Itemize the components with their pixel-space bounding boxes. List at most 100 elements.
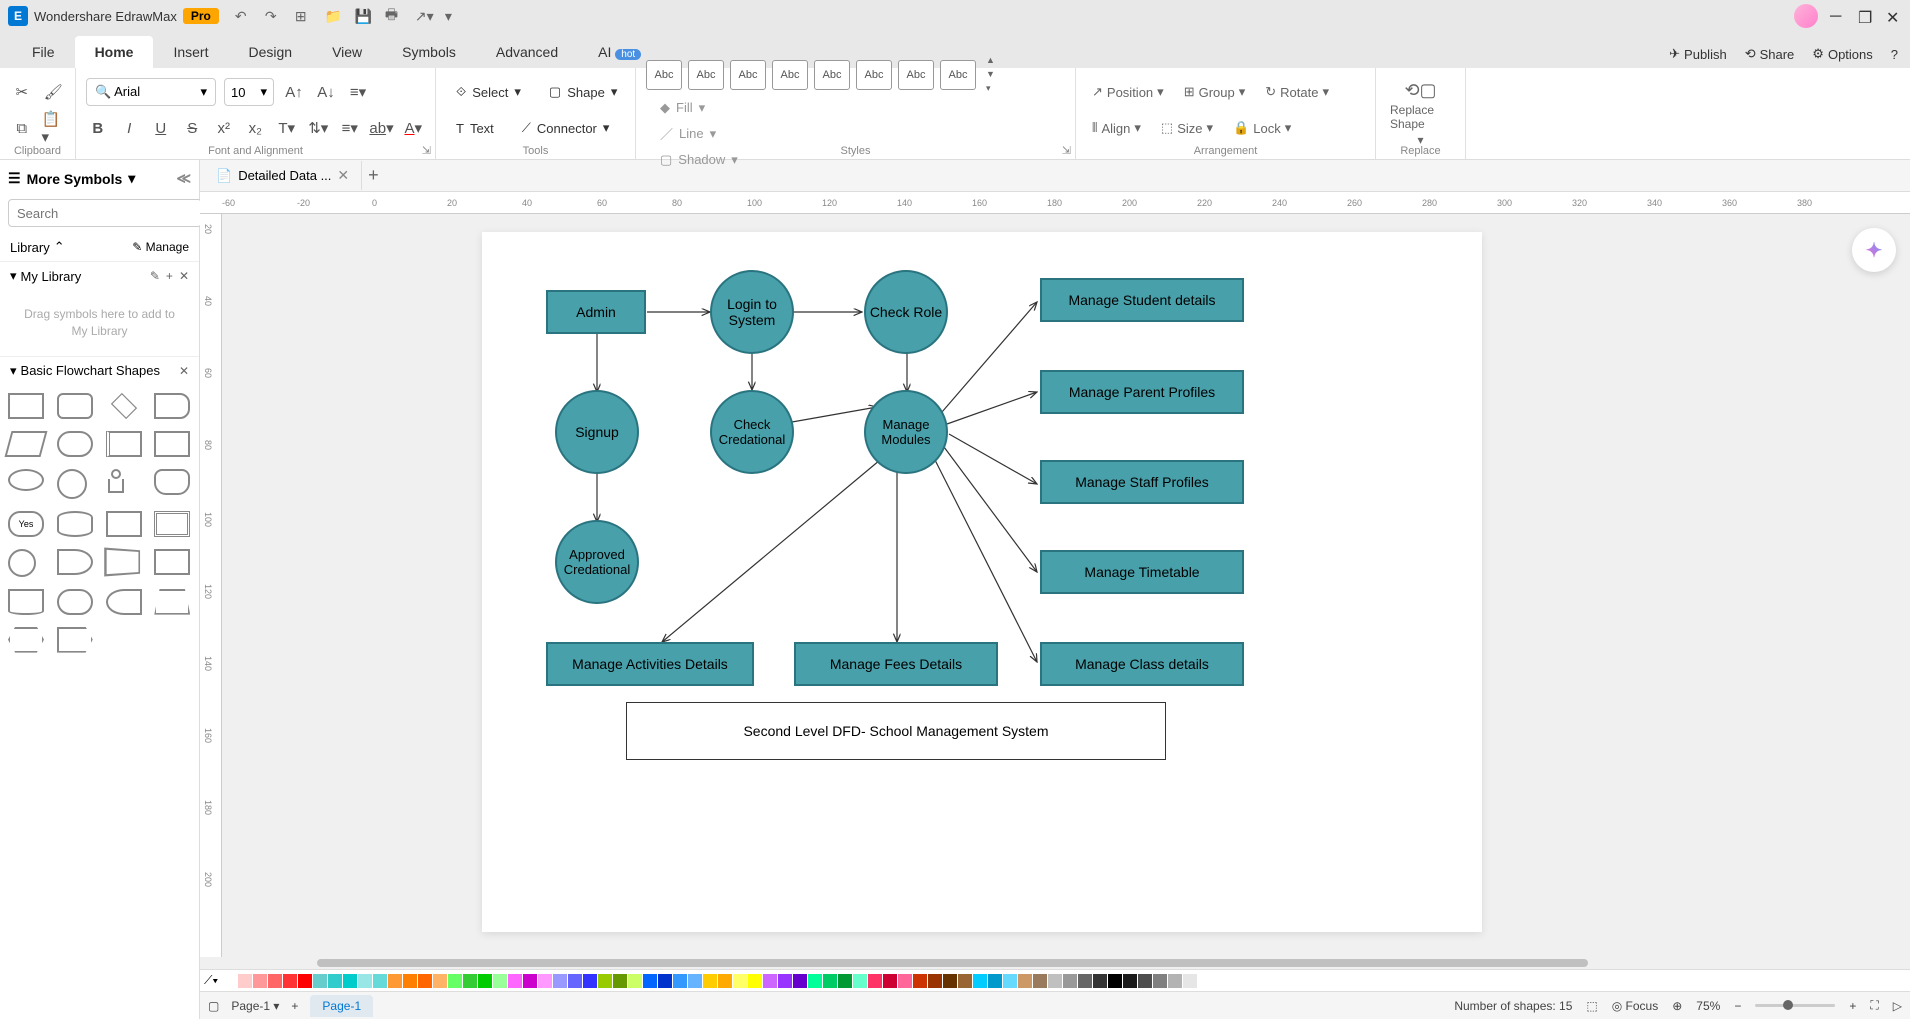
color-swatch[interactable] <box>583 974 597 988</box>
lib-add-icon[interactable]: + <box>166 269 173 283</box>
color-swatch[interactable] <box>568 974 582 988</box>
color-swatch[interactable] <box>868 974 882 988</box>
shape-cylinder[interactable] <box>57 511 93 537</box>
document-tab[interactable]: 📄 Detailed Data ... ✕ <box>204 161 362 190</box>
color-swatch[interactable] <box>478 974 492 988</box>
color-swatch[interactable] <box>898 974 912 988</box>
zoom-in-icon[interactable]: + <box>1849 999 1856 1013</box>
undo-icon[interactable]: ↶ <box>235 8 251 24</box>
minimize-icon[interactable]: ─ <box>1830 8 1846 24</box>
node-approved[interactable]: Approved Credational <box>555 520 639 604</box>
color-swatch[interactable] <box>358 974 372 988</box>
node-manage-modules[interactable]: Manage Modules <box>864 390 948 474</box>
my-library-section[interactable]: My Library <box>21 269 82 284</box>
node-fees[interactable]: Manage Fees Details <box>794 642 998 686</box>
color-swatch[interactable] <box>598 974 612 988</box>
options-button[interactable]: ⚙ Options <box>1812 46 1872 62</box>
line-spacing-icon[interactable]: ⇅▾ <box>307 116 331 140</box>
node-staff[interactable]: Manage Staff Profiles <box>1040 460 1244 504</box>
node-login[interactable]: Login to System <box>710 270 794 354</box>
shape-stored[interactable] <box>154 549 190 575</box>
eyedropper-icon[interactable]: ⟋▾ <box>204 973 218 988</box>
subscript-icon[interactable]: x₂ <box>244 116 268 140</box>
ai-assistant-icon[interactable]: ✦ <box>1852 228 1896 272</box>
shape-tool[interactable]: ▢ Shape ▾ <box>539 77 627 107</box>
color-swatch[interactable] <box>1138 974 1152 988</box>
layers-icon[interactable]: ⬚ <box>1586 999 1597 1013</box>
library-dropzone[interactable]: Drag symbols here to add to My Library <box>0 290 199 356</box>
help-icon[interactable]: ? <box>1891 47 1898 62</box>
style-up-icon[interactable]: ▲ <box>986 55 1000 67</box>
shape-wave[interactable] <box>8 589 44 615</box>
color-swatch[interactable] <box>373 974 387 988</box>
color-swatch[interactable] <box>1183 974 1197 988</box>
zoom-slider[interactable] <box>1755 1004 1835 1007</box>
underline-icon[interactable]: U <box>149 116 173 140</box>
style-preset-6[interactable]: Abc <box>856 60 892 90</box>
redo-icon[interactable]: ↷ <box>265 8 281 24</box>
font-family-select[interactable]: 🔍 Arial▾ <box>86 78 216 106</box>
color-swatch[interactable] <box>778 974 792 988</box>
shape-delay[interactable] <box>57 549 93 575</box>
node-timetable[interactable]: Manage Timetable <box>1040 550 1244 594</box>
close-icon[interactable]: ✕ <box>1886 8 1902 24</box>
export-icon[interactable]: ↗▾ <box>415 8 431 24</box>
tab-close-icon[interactable]: ✕ <box>337 167 349 184</box>
shape-display[interactable] <box>106 589 142 615</box>
fill-dropdown[interactable]: ◆ Fill ▾ <box>660 95 1065 121</box>
color-swatch[interactable] <box>493 974 507 988</box>
shape-circle[interactable] <box>57 469 87 499</box>
node-parent[interactable]: Manage Parent Profiles <box>1040 370 1244 414</box>
color-swatch[interactable] <box>658 974 672 988</box>
line-dropdown[interactable]: ／ Line ▾ <box>660 121 1065 147</box>
font-dialog-icon[interactable]: ⇲ <box>422 144 431 157</box>
shape-rectangle[interactable] <box>8 393 44 419</box>
connector-tool[interactable]: ⟋ Connector ▾ <box>512 113 620 143</box>
select-tool[interactable]: ⟐ Select ▾ <box>446 77 531 107</box>
presentation-icon[interactable]: ▷ <box>1893 999 1902 1013</box>
italic-icon[interactable]: I <box>118 116 142 140</box>
color-swatch[interactable] <box>1123 974 1137 988</box>
shape-parallelogram[interactable] <box>5 431 48 457</box>
shape-frame[interactable] <box>154 511 190 537</box>
color-swatch[interactable] <box>238 974 252 988</box>
color-swatch[interactable] <box>1003 974 1017 988</box>
node-check-role[interactable]: Check Role <box>864 270 948 354</box>
replace-shape-button[interactable]: ⟲▢ Replace Shape ▾ <box>1386 74 1455 153</box>
group-dropdown[interactable]: ⊞ Group▾ <box>1178 77 1252 107</box>
color-swatch[interactable] <box>988 974 1002 988</box>
color-swatch[interactable] <box>268 974 282 988</box>
shape-internal[interactable] <box>154 431 190 457</box>
color-swatch[interactable] <box>403 974 417 988</box>
color-swatch[interactable] <box>808 974 822 988</box>
color-swatch[interactable] <box>253 974 267 988</box>
color-swatch[interactable] <box>523 974 537 988</box>
style-preset-1[interactable]: Abc <box>646 60 682 90</box>
library-label[interactable]: Library <box>10 240 50 255</box>
color-swatch[interactable] <box>1063 974 1077 988</box>
font-size-select[interactable]: 10▾ <box>224 78 274 106</box>
paste-icon[interactable]: 📋▾ <box>42 116 66 140</box>
shape-diamond[interactable] <box>110 392 136 418</box>
manage-library-button[interactable]: ✎ Manage <box>132 240 189 254</box>
tab-add-button[interactable]: + <box>362 160 385 192</box>
color-swatch[interactable] <box>283 974 297 988</box>
color-swatch[interactable] <box>913 974 927 988</box>
color-swatch[interactable] <box>1108 974 1122 988</box>
color-swatch[interactable] <box>1153 974 1167 988</box>
more-icon[interactable]: ▾ <box>445 8 461 24</box>
node-activities[interactable]: Manage Activities Details <box>546 642 754 686</box>
color-swatch[interactable] <box>388 974 402 988</box>
color-swatch[interactable] <box>418 974 432 988</box>
symbol-search-input[interactable] <box>8 199 202 227</box>
color-swatch[interactable] <box>673 974 687 988</box>
align-icon[interactable]: ≡▾ <box>346 80 370 104</box>
highlight-icon[interactable]: ab▾ <box>370 116 394 140</box>
rotate-dropdown[interactable]: ↻ Rotate▾ <box>1259 77 1335 107</box>
color-swatch[interactable] <box>1078 974 1092 988</box>
color-swatch[interactable] <box>1093 974 1107 988</box>
bold-icon[interactable]: B <box>86 116 110 140</box>
shape-trapezoid[interactable] <box>154 589 190 615</box>
shape-ellipse[interactable] <box>8 469 44 491</box>
fit-icon[interactable]: ⊕ <box>1672 999 1682 1013</box>
